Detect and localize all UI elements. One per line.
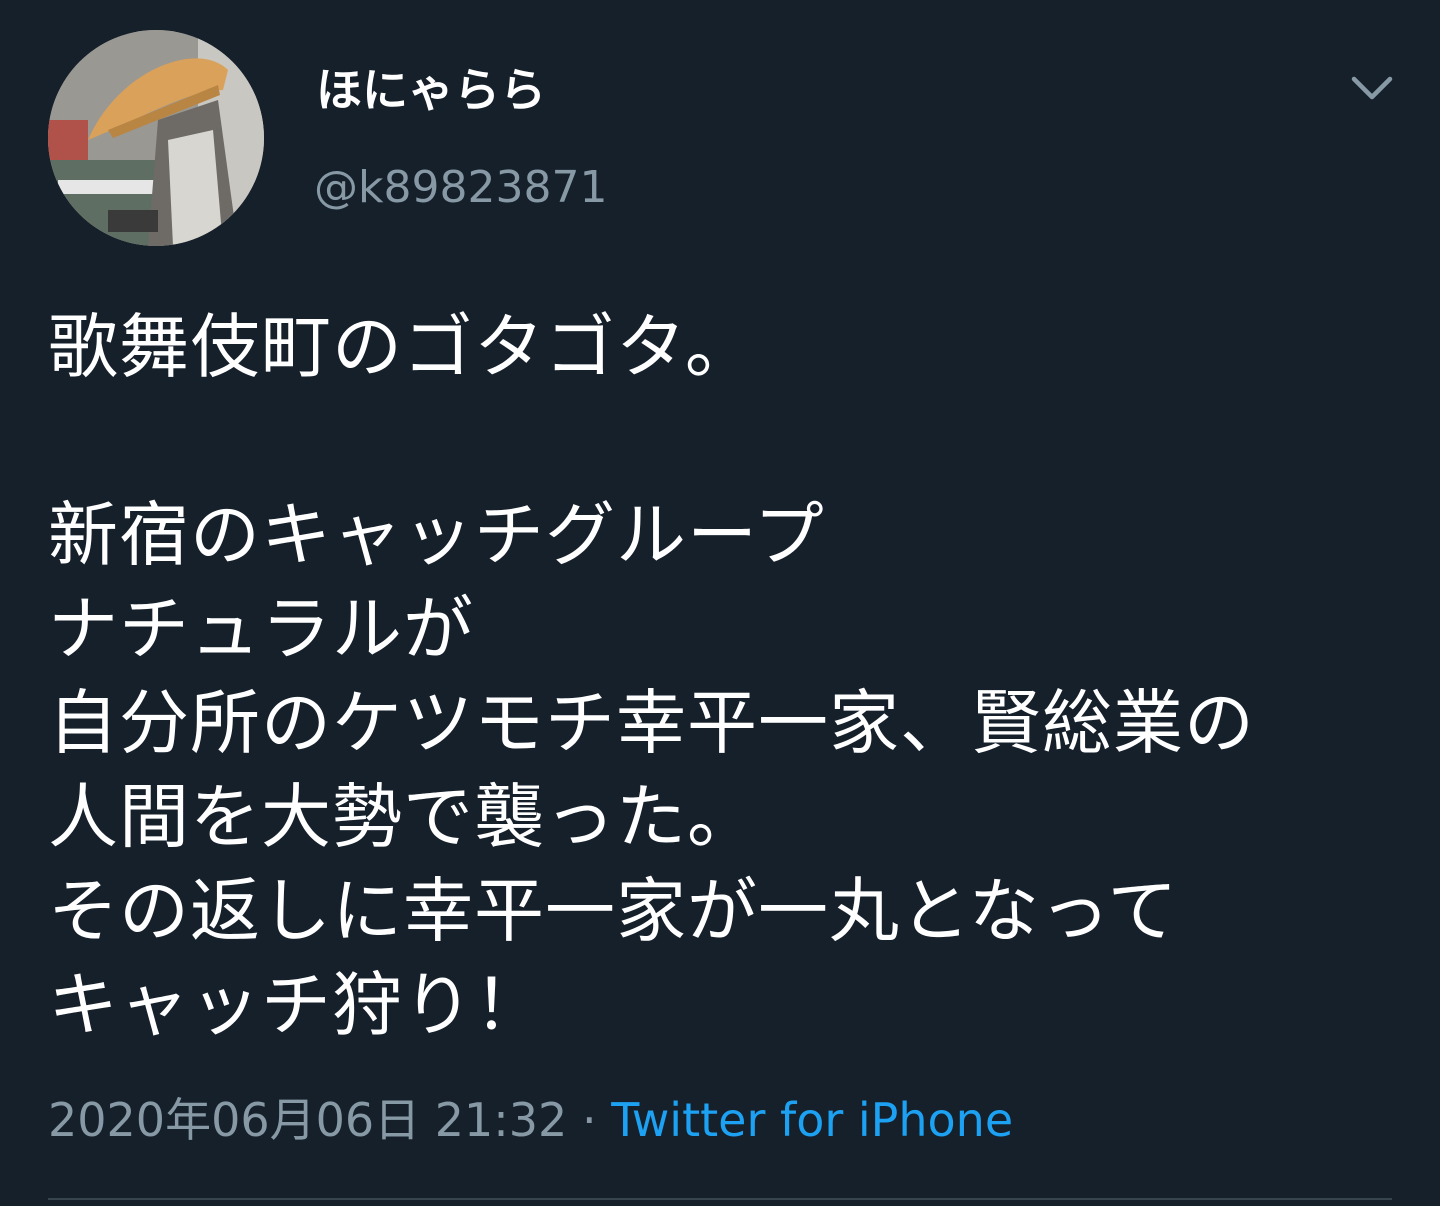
tweet-text-line: その返しに幸平一家が一丸となって [48,870,1179,952]
divider [48,1198,1392,1200]
tweet-text-line: 人間を大勢で襲った。 [48,776,758,858]
avatar[interactable] [48,30,264,246]
tweet-text-line: 新宿のキャッチグループ [48,494,825,576]
display-name[interactable]: ほにゃらら [316,58,546,122]
chevron-down-icon [1351,76,1393,100]
tweet-text-line: 歌舞伎町のゴタゴタ。 [48,306,756,388]
meta-separator: · [567,1093,612,1147]
tweet-source-link[interactable]: Twitter for iPhone [611,1093,1013,1147]
tweet-text-line: 自分所のケツモチ幸平一家、賢総業の [48,682,1255,764]
user-handle[interactable]: @k89823871 [314,156,607,220]
tweet-detail: ほにゃらら @k89823871 歌舞伎町のゴタゴタ。 新宿のキャッチグループ … [0,0,1440,1206]
tweet-menu-button[interactable] [1344,64,1400,112]
tweet-text: 歌舞伎町のゴタゴタ。 新宿のキャッチグループ ナチュラルが 自分所のケツモチ幸平… [48,300,1408,1052]
tweet-text-line: ナチュラルが [48,588,474,670]
tweet-meta: 2020年06月06日 21:32 · Twitter for iPhone [48,1088,1013,1152]
tweet-text-line: キャッチ狩り！ [48,964,545,1046]
tweet-timestamp[interactable]: 2020年06月06日 21:32 [48,1093,567,1147]
avatar-photo [48,30,264,246]
